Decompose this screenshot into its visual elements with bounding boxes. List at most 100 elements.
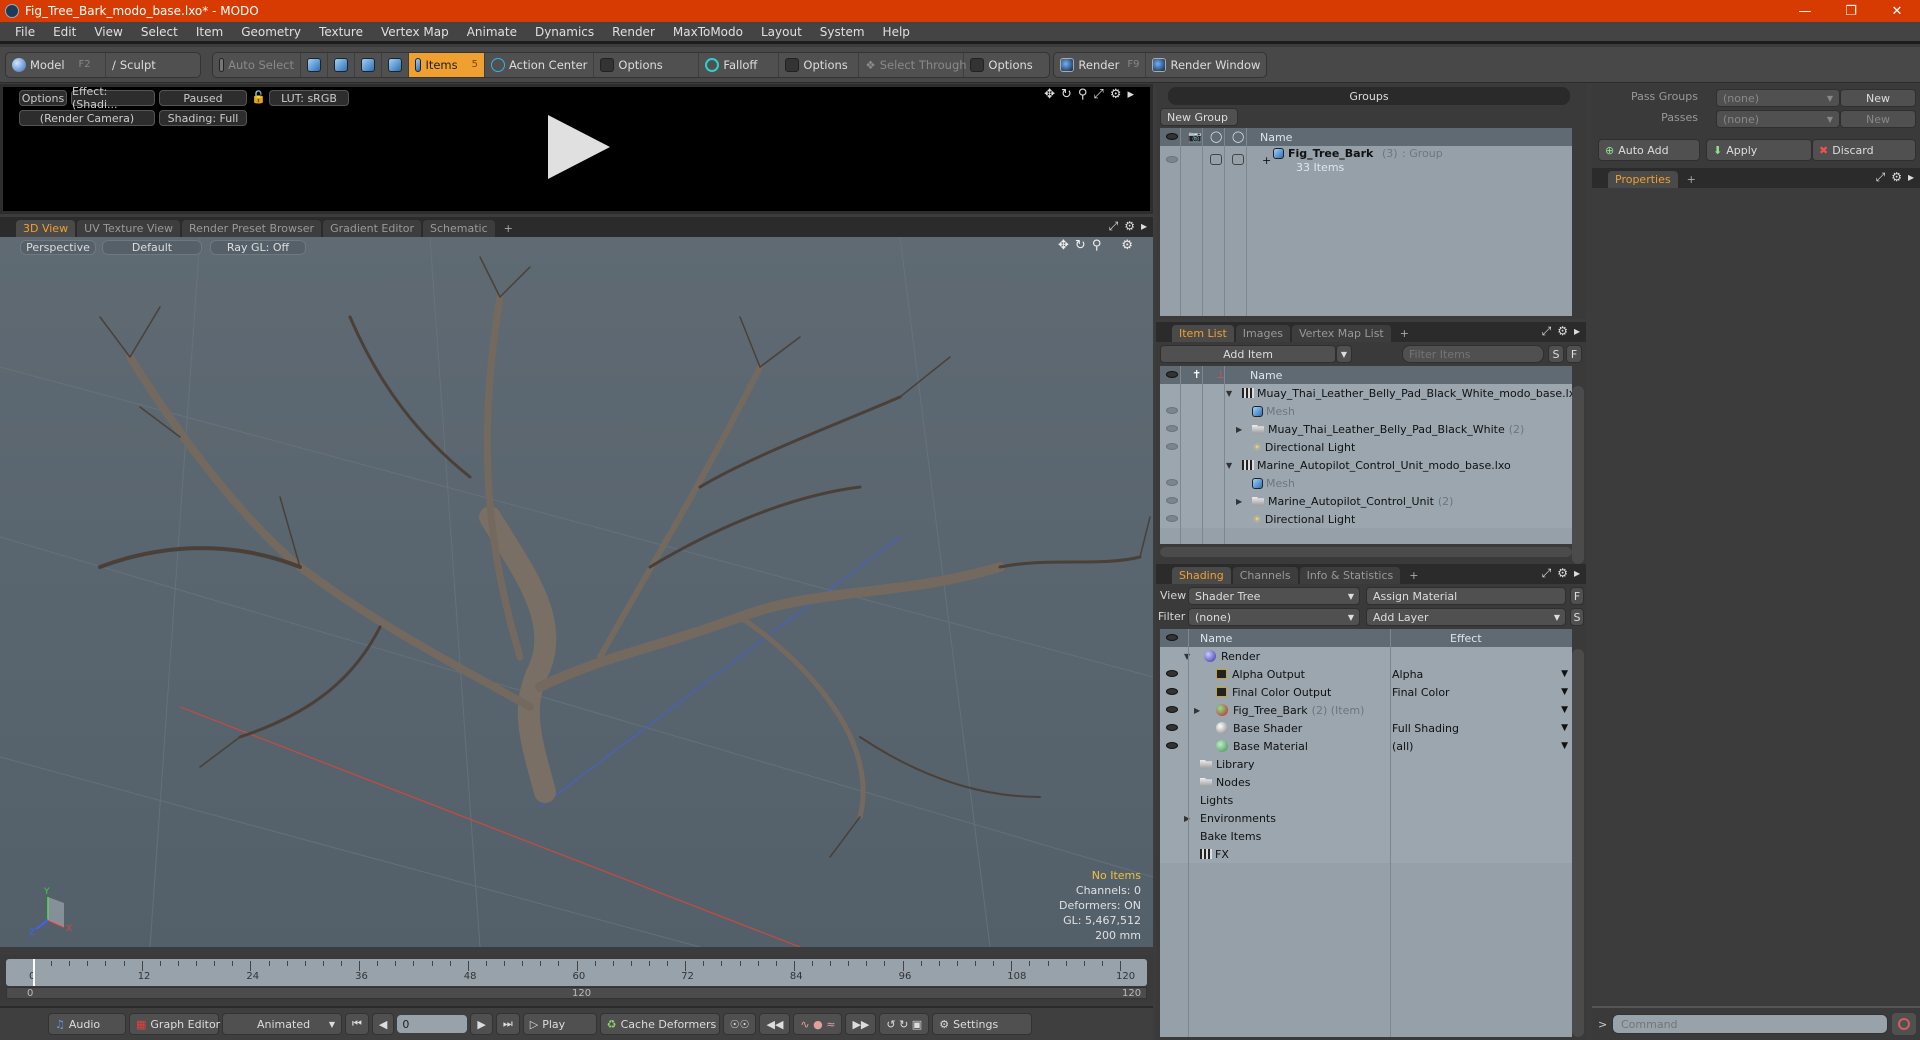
expand-triangle-icon[interactable]: ▶ [1184,814,1196,823]
shader-tree-row[interactable]: Bake Items [1160,827,1572,845]
apply-button[interactable]: ⬇ Apply [1706,139,1812,161]
timeline-range-bar[interactable]: 0 120 120 [6,987,1147,999]
expand-triangle-icon[interactable]: ▶ [1236,497,1248,506]
zoom-icon[interactable]: ⚲ [1092,238,1102,253]
menu-system[interactable]: System [811,25,874,39]
step-back-button[interactable]: ◀ [371,1013,395,1035]
expand-arrow-icon[interactable]: ▸ [1574,566,1580,581]
restore-icon[interactable]: ❐ [1828,0,1874,22]
prev-key-button[interactable]: ◀◀ [759,1013,791,1035]
render-window-button[interactable]: Render Window [1146,53,1266,77]
maximize-icon[interactable]: ⤢ [1542,324,1552,339]
add-tab-button[interactable]: + [1402,567,1425,584]
maximize-icon[interactable]: ⤢ [1109,219,1119,234]
expand-triangle-icon[interactable]: ▶ [1194,706,1206,715]
item-row[interactable]: Mesh [1160,474,1572,492]
f-button[interactable]: F [1570,587,1584,605]
tab-shading[interactable]: Shading [1172,567,1231,584]
gear-icon[interactable]: ⚙ [1124,219,1135,234]
tab-properties[interactable]: Properties [1608,171,1678,188]
item-row[interactable]: Mesh [1160,402,1572,420]
key-options-button[interactable]: ↺ ↻ ▣ [879,1013,930,1035]
shader-tree-row[interactable]: ▼ Render [1160,647,1572,665]
menu-select[interactable]: Select [132,25,187,39]
item-row[interactable]: ▼ Muay_Thai_Leather_Belly_Pad_Black_White… [1160,384,1572,402]
s-button[interactable]: S [1570,608,1584,626]
new-group-button[interactable]: New Group [1160,108,1238,126]
shading-dropdown[interactable]: Shading: Full [159,110,247,126]
filter-dropdown[interactable]: (none) ▼ [1188,608,1360,626]
menu-maxtomodo[interactable]: MaxToModo [664,25,752,39]
add-item-button[interactable]: Add Item [1160,345,1336,363]
expand-triangle-icon[interactable]: ▼ [1226,461,1238,470]
f-button[interactable]: F [1566,345,1582,363]
maximize-icon[interactable]: ⤢ [1542,566,1552,581]
visibility-icon[interactable] [1166,407,1178,414]
view-dropdown[interactable]: Shader Tree ▼ [1188,587,1360,605]
gear-icon[interactable]: ⚙ [1557,566,1568,581]
audio-button[interactable]: ♫ Audio [48,1013,126,1035]
settings-button[interactable]: ⚙ Settings [932,1013,1033,1035]
visibility-icon[interactable] [1166,670,1178,677]
minimize-icon[interactable]: — [1782,0,1828,22]
render-camera-dropdown[interactable]: (Render Camera) [19,110,155,126]
menu-animate[interactable]: Animate [458,25,526,39]
shader-tree-row[interactable]: Library [1160,755,1572,773]
menu-item[interactable]: Item [187,25,232,39]
expand-triangle-icon[interactable]: ▼ [1226,389,1238,398]
effect-dropdown[interactable]: Effect: (Shadi... [71,85,155,111]
lock-checkbox[interactable] [1210,154,1222,165]
tab-vertex-map-list[interactable]: Vertex Map List [1291,325,1391,342]
gear-icon[interactable]: ⚙ [1121,238,1133,253]
menu-help[interactable]: Help [874,25,919,39]
discard-button[interactable]: ✖ Discard [1812,139,1916,161]
visibility-icon[interactable] [1166,724,1178,731]
shading-style-dropdown[interactable]: Default [102,240,202,255]
expand-arrow-icon[interactable]: ▸ [1141,219,1147,234]
select-edges-button[interactable] [328,52,355,77]
item-row[interactable]: ☀ Directional Light [1160,438,1572,456]
visibility-icon[interactable] [1166,156,1178,163]
new-pass-button[interactable]: New [1840,110,1916,128]
tab-3d-view[interactable]: 3D View [16,220,76,237]
assign-material-button[interactable]: Assign Material [1366,587,1566,605]
filter-items-input[interactable] [1402,345,1544,363]
raygl-toggle[interactable]: Ray GL: Off [210,240,306,255]
go-to-end-button[interactable]: ⏭ [495,1013,520,1035]
pan-icon[interactable]: ✥ [1058,238,1069,253]
close-icon[interactable]: ✕ [1874,0,1920,22]
menu-dynamics[interactable]: Dynamics [526,25,603,39]
tab-item-list[interactable]: Item List [1172,325,1234,342]
effect-dropdown-icon[interactable]: ▼ [1561,669,1568,679]
visibility-icon[interactable] [1166,688,1178,695]
play-render-icon[interactable] [548,115,610,179]
shader-tree-row[interactable]: Alpha Output Alpha ▼ [1160,665,1572,683]
select-polygons-button[interactable] [355,52,382,77]
effect-dropdown-icon[interactable]: ▼ [1561,723,1568,733]
menu-texture[interactable]: Texture [310,25,372,39]
shader-tree-row[interactable]: ▶ Environments [1160,809,1572,827]
expand-arrow-icon[interactable]: ▸ [1908,170,1914,185]
key-tools-button[interactable]: ☉☉ [722,1013,757,1035]
command-record-button[interactable] [1892,1013,1916,1035]
tab-info-statistics[interactable]: Info & Statistics [1299,567,1401,584]
tab-uv-texture-view[interactable]: UV Texture View [77,220,181,237]
expand-triangle-icon[interactable]: ▼ [1184,652,1196,661]
item-row[interactable]: ☀ Directional Light [1160,510,1572,528]
auto-select-button[interactable]: Auto Select [213,52,301,77]
new-pass-group-button[interactable]: New [1840,89,1916,107]
gear-icon[interactable]: ⚙ [1891,170,1902,185]
maximize-icon[interactable]: ⤢ [1876,170,1886,185]
shader-tree-row[interactable]: Nodes [1160,773,1572,791]
graph-editor-button[interactable]: ▦ Graph Editor [129,1013,220,1035]
group-row[interactable]: + Fig_Tree_Bark (3) : Group 33 Items [1160,146,1572,176]
visibility-icon[interactable] [1166,443,1178,450]
step-forward-button[interactable]: ▶ [470,1013,493,1035]
shader-tree-row[interactable]: Base Shader Full Shading ▼ [1160,719,1572,737]
current-frame-input[interactable]: 0 [397,1015,468,1033]
gear-icon[interactable]: ⚙ [1110,87,1122,102]
set-key-button[interactable]: ∿ ● ≈ [793,1013,843,1035]
go-to-start-button[interactable]: ⏮ [345,1013,369,1035]
play-button[interactable]: ▷ Play [522,1013,597,1035]
item-list-hscrollbar[interactable] [1160,547,1572,557]
